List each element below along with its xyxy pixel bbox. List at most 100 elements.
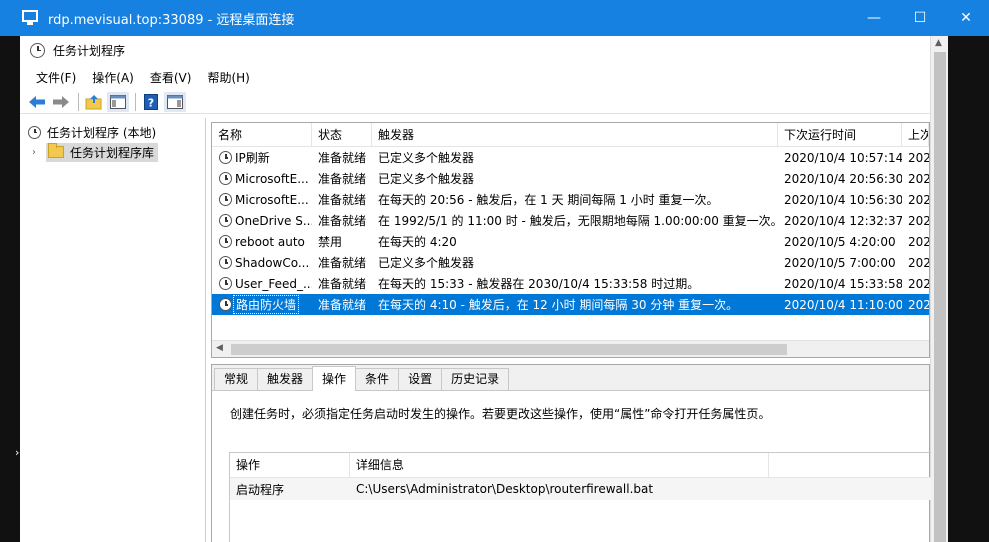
svg-text:?: ? xyxy=(148,96,154,109)
scroll-left-arrow-icon[interactable]: ◀ xyxy=(216,343,223,353)
tree-item-task-scheduler-local[interactable]: 任务计划程序 (本地) xyxy=(20,122,205,142)
task-trigger: 已定义多个触发器 xyxy=(378,151,475,165)
action-pane-icon xyxy=(167,94,183,109)
console-tree-icon xyxy=(110,94,126,109)
action-type: 启动程序 xyxy=(236,482,285,497)
column-header-last-run[interactable]: 上次 xyxy=(902,123,929,147)
chevron-right-icon[interactable]: › xyxy=(32,147,42,158)
minimize-icon: — xyxy=(867,10,881,26)
close-button[interactable]: ✕ xyxy=(943,0,989,36)
folder-icon xyxy=(48,143,64,158)
task-status: 准备就绪 xyxy=(318,172,367,186)
forward-button[interactable] xyxy=(50,92,72,112)
clock-icon xyxy=(219,151,232,164)
table-row-selected[interactable]: 路由防火墙 准备就绪 在每天的 4:10 - 触发后，在 12 小时 期间每隔 … xyxy=(212,294,929,315)
task-status: 准备就绪 xyxy=(318,277,367,291)
task-next-run: 2020/10/4 11:10:00 xyxy=(784,297,902,312)
task-status: 禁用 xyxy=(318,235,343,249)
column-header-trigger[interactable]: 触发器 xyxy=(372,123,778,147)
column-header-details[interactable]: 详细信息 xyxy=(350,453,770,478)
task-list-horizontal-scrollbar[interactable]: ◀ xyxy=(212,340,929,357)
column-header-next-run[interactable]: 下次运行时间 xyxy=(778,123,902,147)
scroll-up-arrow-icon[interactable]: ▲ xyxy=(935,38,942,48)
table-row[interactable]: MicrosoftE... 准备就绪 在每天的 20:56 - 触发后，在 1 … xyxy=(212,189,929,210)
task-status: 准备就绪 xyxy=(318,193,367,207)
clock-icon xyxy=(219,235,232,248)
tab-conditions[interactable]: 条件 xyxy=(355,368,400,390)
table-row[interactable]: reboot auto 禁用 在每天的 4:20 2020/10/5 4:20:… xyxy=(212,231,929,252)
task-last-run: 202 xyxy=(908,150,929,165)
show-hide-action-pane-button[interactable] xyxy=(164,91,186,112)
table-row[interactable]: ShadowCo... 准备就绪 已定义多个触发器 2020/10/5 7:00… xyxy=(212,252,929,273)
task-last-run: 202 xyxy=(908,171,929,186)
task-status: 准备就绪 xyxy=(318,214,367,228)
task-last-run: 202 xyxy=(908,213,929,228)
table-row[interactable]: 启动程序 C:\Users\Administrator\Desktop\rout… xyxy=(230,478,931,500)
task-name: 路由防火墙 xyxy=(233,295,300,314)
tree-item-label: 任务计划程序 (本地) xyxy=(47,125,157,140)
help-button[interactable]: ? xyxy=(140,92,162,112)
folder-up-icon xyxy=(85,94,102,109)
task-trigger: 在每天的 4:10 - 触发后，在 12 小时 期间每隔 30 分钟 重复一次。 xyxy=(378,298,739,312)
tab-triggers[interactable]: 触发器 xyxy=(257,368,314,390)
task-status: 准备就绪 xyxy=(318,298,367,312)
app-title: 任务计划程序 xyxy=(53,43,126,58)
task-name: IP刷新 xyxy=(235,151,270,165)
back-button[interactable] xyxy=(26,92,48,112)
menu-help[interactable]: 帮助(H) xyxy=(199,66,257,89)
clock-icon xyxy=(219,277,232,290)
arrow-left-icon xyxy=(29,95,45,108)
rdp-vertical-scrollbar[interactable]: ▲ xyxy=(930,36,948,542)
tree-item-task-library[interactable]: › 任务计划程序库 xyxy=(20,142,205,162)
task-last-run: 202 xyxy=(908,297,929,312)
table-row[interactable]: User_Feed_... 准备就绪 在每天的 15:33 - 触发器在 203… xyxy=(212,273,929,294)
task-name: MicrosoftE... xyxy=(235,192,309,207)
console-tree: 任务计划程序 (本地) › 任务计划程序库 xyxy=(20,118,206,542)
maximize-button[interactable]: ☐ xyxy=(897,0,943,36)
scrollbar-thumb[interactable] xyxy=(934,52,946,542)
tab-settings[interactable]: 设置 xyxy=(398,368,443,390)
task-last-run: 202 xyxy=(908,276,929,291)
clock-icon xyxy=(28,125,41,139)
column-header-status[interactable]: 状态 xyxy=(312,123,372,147)
table-row[interactable]: IP刷新 准备就绪 已定义多个触发器 2020/10/4 10:57:14 20… xyxy=(212,147,929,168)
task-next-run: 2020/10/4 20:56:30 xyxy=(784,171,902,186)
column-header-name[interactable]: 名称 xyxy=(212,123,312,147)
menu-view[interactable]: 查看(V) xyxy=(142,66,200,89)
task-status: 准备就绪 xyxy=(318,151,367,165)
clock-icon xyxy=(219,298,232,311)
clock-icon xyxy=(219,172,232,185)
scrollbar-thumb[interactable] xyxy=(231,344,787,355)
tab-general[interactable]: 常规 xyxy=(214,368,259,390)
menu-file[interactable]: 文件(F) xyxy=(28,66,84,89)
task-trigger: 在每天的 20:56 - 触发后，在 1 天 期间每隔 1 小时 重复一次。 xyxy=(378,193,719,207)
task-list: 名称 状态 触发器 下次运行时间 上次 IP刷新 准备就绪 已定义多个触发器 2… xyxy=(211,122,930,358)
toolbar-separator xyxy=(135,92,136,111)
tree-item-selected: 任务计划程序库 xyxy=(46,142,159,162)
task-name: ShadowCo... xyxy=(235,255,310,270)
menu-action[interactable]: 操作(A) xyxy=(84,66,142,89)
help-icon: ? xyxy=(144,93,158,110)
task-next-run: 2020/10/5 4:20:00 xyxy=(784,234,896,249)
task-name: reboot auto xyxy=(235,234,305,249)
column-header-action[interactable]: 操作 xyxy=(230,453,350,478)
arrow-right-icon xyxy=(53,95,69,108)
tab-actions[interactable]: 操作 xyxy=(312,366,357,391)
task-name: OneDrive S... xyxy=(235,213,312,228)
task-next-run: 2020/10/4 12:32:37 xyxy=(784,213,902,228)
table-row[interactable]: OneDrive S... 准备就绪 在 1992/5/1 的 11:00 时 … xyxy=(212,210,929,231)
minimize-button[interactable]: — xyxy=(851,0,897,36)
task-next-run: 2020/10/4 10:56:30 xyxy=(784,192,902,207)
actions-table-header: 操作 详细信息 xyxy=(230,453,931,478)
detail-tabs: 常规 触发器 操作 条件 设置 历史记录 xyxy=(212,365,929,391)
task-next-run: 2020/10/4 10:57:14 xyxy=(784,150,902,165)
task-next-run: 2020/10/5 7:00:00 xyxy=(784,255,896,270)
table-row[interactable]: MicrosoftE... 准备就绪 已定义多个触发器 2020/10/4 20… xyxy=(212,168,929,189)
up-one-level-button[interactable] xyxy=(83,92,105,112)
menu-bar: 文件(F) 操作(A) 查看(V) 帮助(H) xyxy=(20,64,930,90)
show-hide-console-tree-button[interactable] xyxy=(107,91,129,112)
rdp-titlebar: rdp.mevisual.top:33089 - 远程桌面连接 — ☐ ✕ xyxy=(0,0,989,36)
toolbar: ? xyxy=(20,90,930,114)
tab-history[interactable]: 历史记录 xyxy=(441,368,510,390)
app-titlebar: 任务计划程序 xyxy=(20,36,930,64)
